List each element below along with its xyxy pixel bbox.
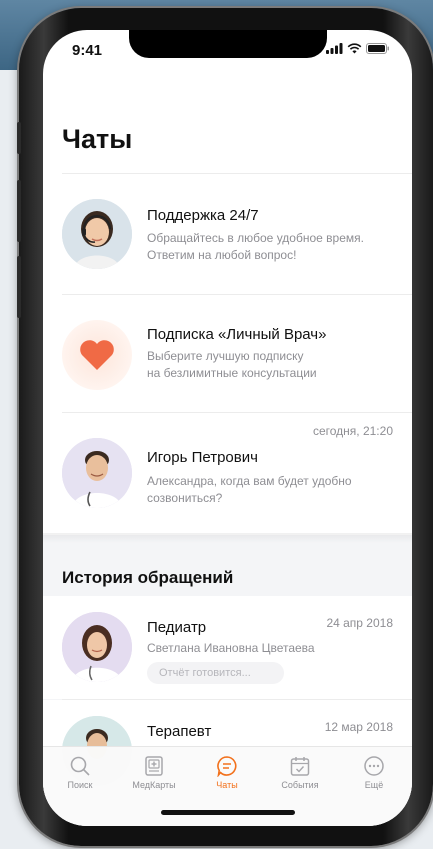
heart-avatar [62, 320, 132, 390]
more-icon [364, 756, 384, 776]
chat-title: Поддержка 24/7 [147, 207, 259, 224]
calendar-icon [290, 757, 310, 776]
chat-subtitle-line1: Обращайтесь в любое удобное время. [147, 231, 364, 245]
tab-search[interactable]: Поиск [49, 755, 111, 790]
history-item[interactable]: 24 апр 2018 Педиатр Светлана Ивановна Цв… [43, 596, 412, 699]
history-date: 12 мар 2018 [324, 720, 393, 734]
phone-screen: 9:41 Чаты Поддержка 24/7 Обращайтесь в л… [43, 30, 412, 826]
chat-subtitle-line2: Ответим на любой вопрос! [147, 248, 297, 262]
volume-down-button [17, 256, 21, 318]
wifi-icon [347, 43, 362, 54]
mute-switch [17, 122, 21, 154]
history-specialty: Терапевт [147, 723, 212, 740]
chat-time: сегодня, 21:20 [312, 424, 393, 438]
notch [129, 30, 327, 58]
battery-icon [366, 43, 389, 54]
chat-title: Подписка «Личный Врач» [147, 326, 327, 343]
chat-subtitle-line2: созвониться? [147, 491, 223, 505]
tab-label: Поиск [67, 780, 93, 790]
pediatrician-avatar [62, 612, 132, 682]
chat-icon [217, 756, 237, 777]
volume-up-button [17, 180, 21, 242]
doctor-avatar [62, 438, 132, 508]
tab-label: Ещё [364, 780, 384, 790]
card-shadow [43, 533, 412, 543]
chat-support[interactable]: Поддержка 24/7 Обращайтесь в любое удобн… [43, 174, 412, 294]
tab-label: МедКарты [132, 780, 176, 790]
status-icons [326, 43, 390, 54]
chat-subscription[interactable]: Подписка «Личный Врач» Выберите лучшую п… [43, 295, 412, 415]
history-specialty: Педиатр [147, 619, 207, 636]
home-indicator[interactable] [161, 810, 295, 815]
chat-title: Игорь Петрович [147, 449, 258, 466]
report-status-badge: Отчёт готовится... [147, 662, 284, 684]
tab-label: Чаты [216, 780, 238, 790]
tab-more[interactable]: Ещё [343, 755, 405, 790]
chat-doctor[interactable]: сегодня, 21:20 Игорь Петрович Александра… [43, 413, 412, 533]
tab-chats[interactable]: Чаты [196, 755, 258, 790]
page-title: Чаты [62, 124, 133, 154]
heart-icon [80, 340, 114, 370]
medcard-icon [145, 756, 163, 776]
signal-icon [326, 43, 343, 54]
history-title: История обращений [62, 568, 234, 587]
status-time: 9:41 [72, 42, 103, 59]
chat-subtitle-line1: Выберите лучшую подписку [147, 349, 304, 363]
search-icon [70, 756, 90, 776]
history-doctor-name: Светлана Ивановна Цветаева [147, 641, 315, 655]
tab-medcards[interactable]: МедКарты [123, 755, 185, 790]
tab-events[interactable]: События [269, 755, 331, 790]
tab-label: События [281, 780, 319, 790]
chat-subtitle-line1: Александра, когда вам будет удобно [147, 474, 352, 488]
support-avatar [62, 199, 132, 269]
history-date: 24 апр 2018 [326, 616, 393, 630]
chat-subtitle-line2: на безлимитные консультации [147, 366, 317, 380]
